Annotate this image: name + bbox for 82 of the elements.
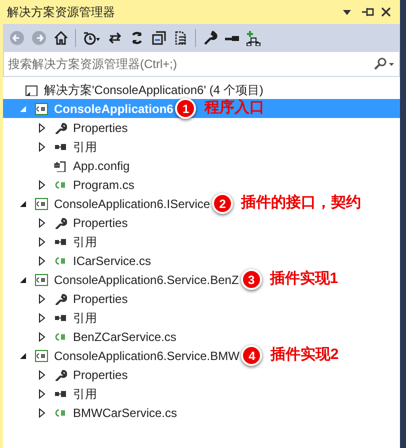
expand-arrow-icon[interactable] <box>36 216 48 228</box>
annotation-text: 程序入口 <box>204 98 264 118</box>
expand-arrow-icon[interactable] <box>36 312 48 324</box>
csharp-file-icon <box>54 254 67 266</box>
expand-arrow-icon[interactable] <box>36 406 48 418</box>
item-label: ConsoleApplication6 <box>54 100 174 118</box>
tree-item[interactable]: Program.cs <box>3 175 400 194</box>
number-badge: 3 <box>240 269 262 290</box>
csharp-project-icon <box>35 274 48 286</box>
tree-item[interactable]: Properties <box>3 289 400 308</box>
wrench-icon <box>54 122 67 134</box>
tree-item[interactable]: ConsoleApplication6 1 程序入口 <box>3 99 400 118</box>
csharp-project-icon <box>35 350 48 362</box>
tree-item[interactable]: BMWCarService.cs <box>3 403 400 422</box>
search-box[interactable]: 搜索解决方案资源管理器(Ctrl+;) <box>3 52 400 77</box>
expand-arrow-icon[interactable] <box>36 140 48 152</box>
tree-item[interactable]: ConsoleApplication6.Service.BMW 4 插件实现2 <box>3 346 400 365</box>
number-badge: 1 <box>175 98 196 119</box>
expand-arrow-icon[interactable] <box>36 122 48 134</box>
expand-arrow-icon[interactable] <box>36 254 48 266</box>
tree-item[interactable]: 引用 <box>3 137 400 156</box>
tree-item[interactable]: ConsoleApplication6.Service.BenZ 3 插件实现1 <box>3 270 400 289</box>
expand-arrow-icon[interactable] <box>36 236 48 248</box>
item-label: Properties <box>73 290 128 308</box>
item-label: Properties <box>73 366 128 384</box>
expand-arrow-icon[interactable] <box>36 388 48 400</box>
item-label: Program.cs <box>73 176 134 194</box>
home-icon[interactable] <box>53 30 69 46</box>
item-label: ConsoleApplication6.IService <box>54 196 210 212</box>
item-label: ConsoleApplication6.Service.BenZ <box>54 272 239 288</box>
panel-title: 解决方案资源管理器 <box>7 4 116 21</box>
class-diagram-icon[interactable] <box>246 30 262 46</box>
item-label: Properties <box>73 214 128 232</box>
item-label: ICarService.cs <box>73 252 152 270</box>
item-label: 解决方案'ConsoleApplication6' (4 个项目) <box>44 82 264 98</box>
search-icon[interactable] <box>373 57 395 71</box>
search-field[interactable]: 搜索解决方案资源管理器(Ctrl+;) <box>8 53 373 75</box>
tree-item[interactable]: Properties <box>3 365 400 384</box>
tree-item[interactable]: Properties <box>3 213 400 232</box>
collapse-all-icon[interactable] <box>151 30 167 46</box>
tree-item[interactable]: 引用 <box>3 308 400 327</box>
item-label: 引用 <box>73 234 97 250</box>
item-label: Properties <box>73 120 128 136</box>
item-label: BMWCarService.cs <box>73 404 178 422</box>
annotation-text: 插件实现1 <box>270 269 338 290</box>
files-icon[interactable] <box>173 30 189 46</box>
config-file-icon <box>54 160 67 172</box>
tree-item[interactable]: ICarService.cs <box>3 251 400 270</box>
tree-item[interactable]: 解决方案'ConsoleApplication6' (4 个项目) <box>3 80 400 99</box>
expand-arrow-icon[interactable] <box>36 330 48 342</box>
tree-item[interactable]: ConsoleApplication6.IService 2 插件的接口，契约 <box>3 194 400 213</box>
item-label: App.config <box>73 158 130 174</box>
refresh-icon[interactable] <box>129 30 145 46</box>
item-label: 引用 <box>73 386 97 402</box>
solution-icon <box>25 84 38 96</box>
sync-arrows-icon[interactable] <box>107 30 123 46</box>
csharp-project-icon <box>35 102 48 114</box>
csharp-file-icon <box>54 406 67 418</box>
annotation-text: 插件的接口，契约 <box>241 193 362 214</box>
expand-arrow-icon[interactable] <box>36 292 48 304</box>
tree-item[interactable]: App.config <box>3 156 400 175</box>
tree-item[interactable]: 引用 <box>3 384 400 403</box>
wrench-icon <box>54 292 67 304</box>
tree-item[interactable]: 引用 <box>3 232 400 251</box>
csharp-file-icon <box>54 330 67 342</box>
item-label: BenZCarService.cs <box>73 328 176 346</box>
clock-icon[interactable] <box>82 30 101 46</box>
wrench-icon <box>54 368 67 380</box>
wrench-icon[interactable] <box>202 30 218 46</box>
number-badge: 4 <box>241 345 262 366</box>
expand-arrow-icon[interactable] <box>36 178 48 190</box>
tree-item[interactable]: BenZCarService.cs <box>3 327 400 346</box>
wrench-icon <box>54 216 67 228</box>
item-label: ConsoleApplication6.Service.BMW <box>54 348 240 364</box>
expand-arrow-icon[interactable] <box>36 368 48 380</box>
tree-item[interactable]: Properties <box>3 118 400 137</box>
annotation-text: 插件实现2 <box>270 345 339 366</box>
item-label: 引用 <box>73 138 97 156</box>
number-badge: 2 <box>212 193 234 214</box>
csharp-project-icon <box>35 198 48 210</box>
csharp-file-icon <box>54 178 67 190</box>
item-label: 引用 <box>73 310 97 326</box>
